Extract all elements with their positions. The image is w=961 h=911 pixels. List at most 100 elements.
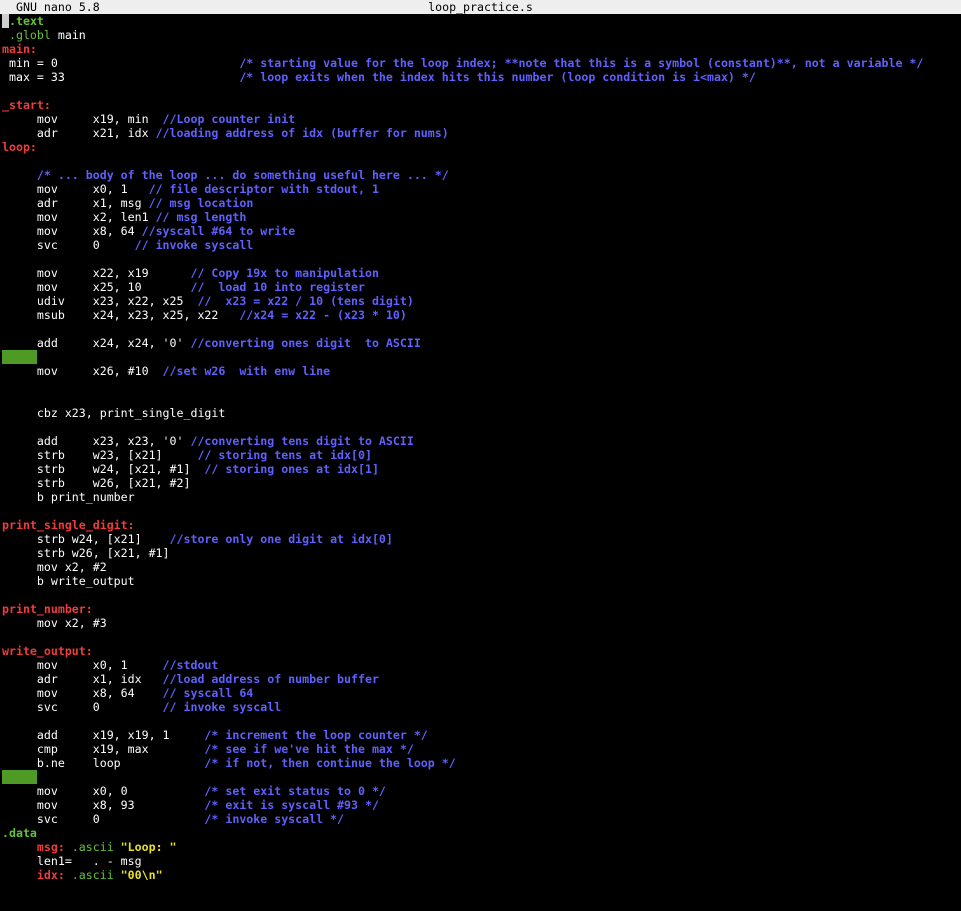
code-line[interactable]: mov x22, x19 // Copy 19x to manipulation	[0, 266, 961, 280]
text-cursor	[2, 14, 9, 28]
code-text: cbz x23, print_single_digit	[2, 406, 226, 420]
code-line[interactable]: strb w26, [x21, #1]	[0, 546, 961, 560]
code-comment: // x23 = x22 / 10 (tens digit)	[197, 294, 414, 308]
code-line[interactable]	[0, 588, 961, 602]
trailing-whitespace-marker	[2, 770, 37, 784]
code-line[interactable]: mov x26, #10 //set w26 with enw line	[0, 364, 961, 378]
code-line-text: mov x0, 1 // file descriptor with stdout…	[2, 182, 379, 196]
code-line[interactable]: add x24, x24, '0' //converting ones digi…	[0, 336, 961, 350]
code-line-text: b write_output	[2, 574, 135, 588]
code-line[interactable]: adr x1, idx //load address of number buf…	[0, 672, 961, 686]
code-line[interactable]: cmp x19, max /* see if we've hit the max…	[0, 742, 961, 756]
code-line[interactable]	[0, 378, 961, 392]
code-line-text: /* ... body of the loop ... do something…	[2, 168, 449, 182]
code-line[interactable]	[0, 350, 961, 364]
code-line[interactable]: idx: .ascii "00\n"	[0, 868, 961, 882]
code-line[interactable]: mov x8, 64 //syscall #64 to write	[0, 224, 961, 238]
code-directive: .ascii	[64, 868, 114, 882]
code-line-text: .globl main	[2, 28, 86, 42]
code-text: adr x21, idx	[2, 126, 156, 140]
code-line[interactable]: max = 33 /* loop exits when the index hi…	[0, 70, 961, 84]
code-line[interactable]: mov x25, 10 // load 10 into register	[0, 280, 961, 294]
code-line[interactable]: mov x2, #2	[0, 560, 961, 574]
code-line[interactable]: adr x1, msg // msg location	[0, 196, 961, 210]
code-line[interactable]: len1= . - msg	[0, 854, 961, 868]
code-line-text: strb w24, [x21, #1] // storing ones at i…	[2, 462, 379, 476]
code-comment: // syscall 64	[162, 686, 254, 700]
code-line[interactable]: b write_output	[0, 574, 961, 588]
code-line[interactable]: cbz x23, print_single_digit	[0, 406, 961, 420]
code-line[interactable]: .globl main	[0, 28, 961, 42]
code-line[interactable]: min = 0 /* starting value for the loop i…	[0, 56, 961, 70]
code-line[interactable]	[0, 322, 961, 336]
code-line[interactable]	[0, 630, 961, 644]
code-label: write_output:	[2, 644, 93, 658]
code-line[interactable]: mov x2, len1 // msg length	[0, 210, 961, 224]
code-line[interactable]	[0, 84, 961, 98]
code-comment: /* invoke syscall */	[204, 812, 345, 826]
code-line-text: strb w24, [x21] //store only one digit a…	[2, 532, 393, 546]
code-text: svc 0	[2, 238, 135, 252]
code-line[interactable]	[0, 392, 961, 406]
code-line[interactable]: svc 0 // invoke syscall	[0, 700, 961, 714]
code-line[interactable]	[0, 252, 961, 266]
code-line[interactable]: mov x0, 1 // file descriptor with stdout…	[0, 182, 961, 196]
code-line[interactable]: udiv x23, x22, x25 // x23 = x22 / 10 (te…	[0, 294, 961, 308]
code-line[interactable]: /* ... body of the loop ... do something…	[0, 168, 961, 182]
code-line[interactable]: strb w24, [x21, #1] // storing ones at i…	[0, 462, 961, 476]
code-line-text: write_output:	[2, 644, 93, 658]
code-line[interactable]: .text	[0, 14, 961, 28]
code-line-text: mov x2, len1 // msg length	[2, 210, 246, 224]
code-line[interactable]	[0, 770, 961, 784]
code-line[interactable]: main:	[0, 42, 961, 56]
code-line[interactable]: .data	[0, 826, 961, 840]
code-line[interactable]: mov x8, 93 /* exit is syscall #93 */	[0, 798, 961, 812]
code-text: min = 0	[2, 56, 240, 70]
code-text: cmp x19, max	[2, 742, 205, 756]
code-line[interactable]: mov x0, 0 /* set exit status to 0 */	[0, 784, 961, 798]
code-comment: /* see if we've hit the max */	[204, 742, 414, 756]
code-line[interactable]: mov x0, 1 //stdout	[0, 658, 961, 672]
code-line[interactable]: msg: .ascii "Loop: "	[0, 840, 961, 854]
code-line[interactable]: adr x21, idx //loading address of idx (b…	[0, 126, 961, 140]
code-comment: // storing tens at idx[0]	[197, 448, 372, 462]
code-line[interactable]: print_number:	[0, 602, 961, 616]
code-line-text: mov x2, #2	[2, 560, 107, 574]
code-line[interactable]: msub x24, x23, x25, x22 //x24 = x22 - (x…	[0, 308, 961, 322]
code-line[interactable]: b print_number	[0, 490, 961, 504]
code-line[interactable]: strb w24, [x21] //store only one digit a…	[0, 532, 961, 546]
code-line-text: mov x8, 64 //syscall #64 to write	[2, 224, 295, 238]
code-line[interactable]: strb w26, [x21, #2]	[0, 476, 961, 490]
code-line[interactable]: add x19, x19, 1 /* increment the loop co…	[0, 728, 961, 742]
code-comment: // storing ones at idx[1]	[204, 462, 379, 476]
code-comment: /* ... body of the loop ... do something…	[36, 168, 449, 182]
code-line[interactable]	[0, 714, 961, 728]
code-text: mov x19, min	[2, 112, 163, 126]
code-line-text: strb w26, [x21, #1]	[2, 546, 170, 560]
code-line[interactable]: write_output:	[0, 644, 961, 658]
code-line[interactable]: svc 0 // invoke syscall	[0, 238, 961, 252]
code-line[interactable]: print_single_digit:	[0, 518, 961, 532]
code-line[interactable]	[0, 420, 961, 434]
code-line-text: mov x0, 0 /* set exit status to 0 */	[2, 784, 386, 798]
code-text: strb w24, [x21, #1]	[2, 462, 205, 476]
code-comment: //stdout	[162, 658, 219, 672]
code-line-text: add x23, x23, '0' //converting tens digi…	[2, 434, 414, 448]
editor-text-area[interactable]: .text .globl main main: min = 0 /* starti…	[0, 14, 961, 911]
code-line[interactable]: mov x8, 64 // syscall 64	[0, 686, 961, 700]
code-line[interactable]: add x23, x23, '0' //converting tens digi…	[0, 434, 961, 448]
code-line[interactable]	[0, 154, 961, 168]
code-line[interactable]	[0, 504, 961, 518]
code-line[interactable]: loop:	[0, 140, 961, 154]
code-line[interactable]: strb w23, [x21] // storing tens at idx[0…	[0, 448, 961, 462]
code-line[interactable]: _start:	[0, 98, 961, 112]
code-text: add x23, x23, '0'	[2, 434, 191, 448]
code-line[interactable]: mov x2, #3	[0, 616, 961, 630]
code-line[interactable]: b.ne loop /* if not, then continue the l…	[0, 756, 961, 770]
code-line[interactable]: mov x19, min //Loop counter init	[0, 112, 961, 126]
code-line-text: loop:	[2, 140, 37, 154]
code-text: max = 33	[2, 70, 240, 84]
code-comment: //converting ones digit to ASCII	[190, 336, 421, 350]
code-line[interactable]: svc 0 /* invoke syscall */	[0, 812, 961, 826]
